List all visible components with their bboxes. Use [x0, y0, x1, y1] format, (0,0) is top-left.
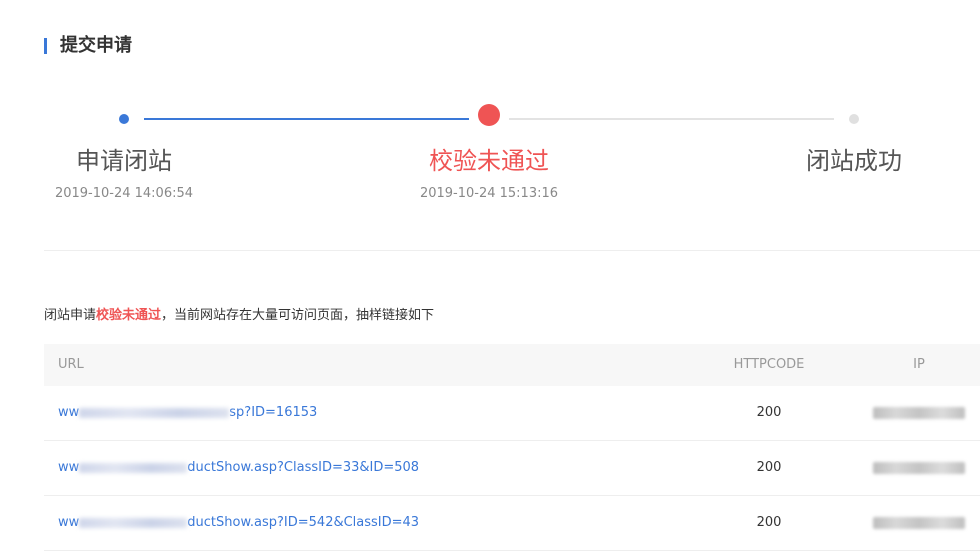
step-name-apply: 申请闭站 — [76, 147, 172, 175]
table-row: ww ductShow.asp?ID=542&ClassID=43 200 — [44, 496, 980, 551]
ip-value — [854, 441, 980, 495]
progress-line-pending — [509, 118, 834, 120]
http-code: 200 — [756, 460, 782, 475]
step-name-check-failed: 校验未通过 — [429, 147, 549, 175]
url-end: sp?ID=16153 — [229, 405, 318, 420]
table-header: URL HTTPCODE IP — [44, 344, 980, 386]
http-code: 200 — [756, 405, 782, 420]
step-name-success: 闭站成功 — [806, 147, 902, 175]
table-row: ww sp?ID=16153 200 — [44, 386, 980, 441]
url-end: ductShow.asp?ID=542&ClassID=43 — [187, 515, 420, 530]
ip-value — [854, 386, 980, 440]
redacted-ip — [873, 461, 965, 474]
step-time-apply: 2019-10-24 14:06:54 — [54, 186, 194, 201]
notice-prefix: 闭站申请 — [44, 308, 97, 323]
header-httpcode: HTTPCODE — [733, 357, 805, 372]
sample-links-table: URL HTTPCODE IP ww sp?ID=16153 200 ww duct… — [44, 344, 980, 551]
notice-suffix: ，当前网站存在大量可访问页面，抽样链接如下 — [161, 308, 435, 323]
redacted-ip — [873, 516, 965, 529]
title-accent-bar — [44, 38, 47, 54]
table-row: ww ductShow.asp?ClassID=33&ID=508 200 — [44, 441, 980, 496]
url-link[interactable]: ww ductShow.asp?ID=542&ClassID=43 — [58, 496, 419, 550]
header-ip: IP — [913, 357, 925, 372]
url-link[interactable]: ww ductShow.asp?ClassID=33&ID=508 — [58, 441, 419, 495]
step-dot-success — [849, 114, 859, 124]
redacted-ip — [873, 406, 965, 419]
section-divider — [44, 250, 980, 251]
http-code: 200 — [756, 515, 782, 530]
step-time-check-failed: 2019-10-24 15:13:16 — [419, 186, 559, 201]
notice-highlight: 校验未通过 — [96, 308, 162, 323]
url-end: ductShow.asp?ClassID=33&ID=508 — [187, 460, 420, 475]
url-start: ww — [58, 460, 80, 475]
progress-line-completed — [144, 118, 469, 120]
step-dot-check-failed — [478, 104, 500, 126]
url-start: ww — [58, 515, 80, 530]
page-title: 提交申请 — [60, 35, 132, 56]
redacted-domain — [79, 407, 230, 418]
step-dot-apply — [119, 114, 129, 124]
notice-text: 闭站申请校验未通过，当前网站存在大量可访问页面，抽样链接如下 — [44, 306, 434, 326]
ip-value — [854, 496, 980, 550]
url-start: ww — [58, 405, 80, 420]
header-url: URL — [58, 357, 84, 372]
url-link[interactable]: ww sp?ID=16153 — [58, 386, 317, 440]
redacted-domain — [79, 517, 188, 528]
redacted-domain — [79, 462, 188, 473]
